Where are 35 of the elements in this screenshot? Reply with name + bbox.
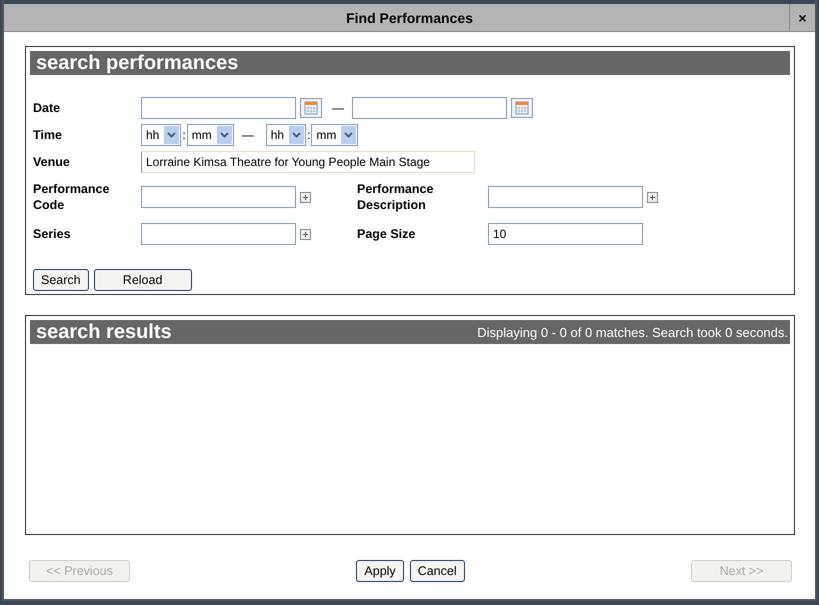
range-dash: — [242,128,254,142]
date-field[interactable] [352,97,507,119]
dialog-button[interactable]: Apply [356,560,404,582]
calendar-icon[interactable] [300,98,322,118]
results-summary: Displaying 0 - 0 of 0 matches. Search took 0 seconds. [477,324,788,340]
dialog-button[interactable]: Cancel [410,560,465,582]
plus-icon[interactable] [300,192,311,202]
search-button[interactable]: Search [33,269,89,291]
panel-title: search results [36,320,172,344]
performance-description-field[interactable] [488,186,643,208]
page-size-field[interactable]: 10 [488,223,643,245]
time-select[interactable]: mm [186,124,234,146]
field-label: Series [33,226,72,242]
reload-button[interactable]: Reload [94,269,192,291]
time-colon: : [182,128,186,142]
time-select[interactable]: hh [266,124,306,146]
time-select[interactable]: hh [141,124,182,146]
date-field[interactable] [141,97,296,119]
field-label: Date [33,100,62,116]
performance-code-field[interactable] [141,186,296,208]
field-label: Time [33,127,63,143]
venue-field[interactable]: Lorraine Kimsa Theatre for Young People Main Stage [141,151,475,173]
range-dash: — [332,101,344,115]
calendar-icon[interactable] [511,98,533,118]
plus-icon[interactable] [300,228,311,240]
panel-title: search performances [36,52,238,74]
series-field[interactable] [141,223,296,245]
window-title: Find Performances [346,10,473,26]
field-label: Venue [33,154,71,170]
time-select[interactable]: mm [311,124,358,146]
field-label: Performance Code [33,181,110,213]
time-colon: : [307,128,310,142]
field-label: Page Size [357,226,416,242]
plus-icon[interactable] [647,192,658,202]
field-label: Performance Description [357,181,434,213]
